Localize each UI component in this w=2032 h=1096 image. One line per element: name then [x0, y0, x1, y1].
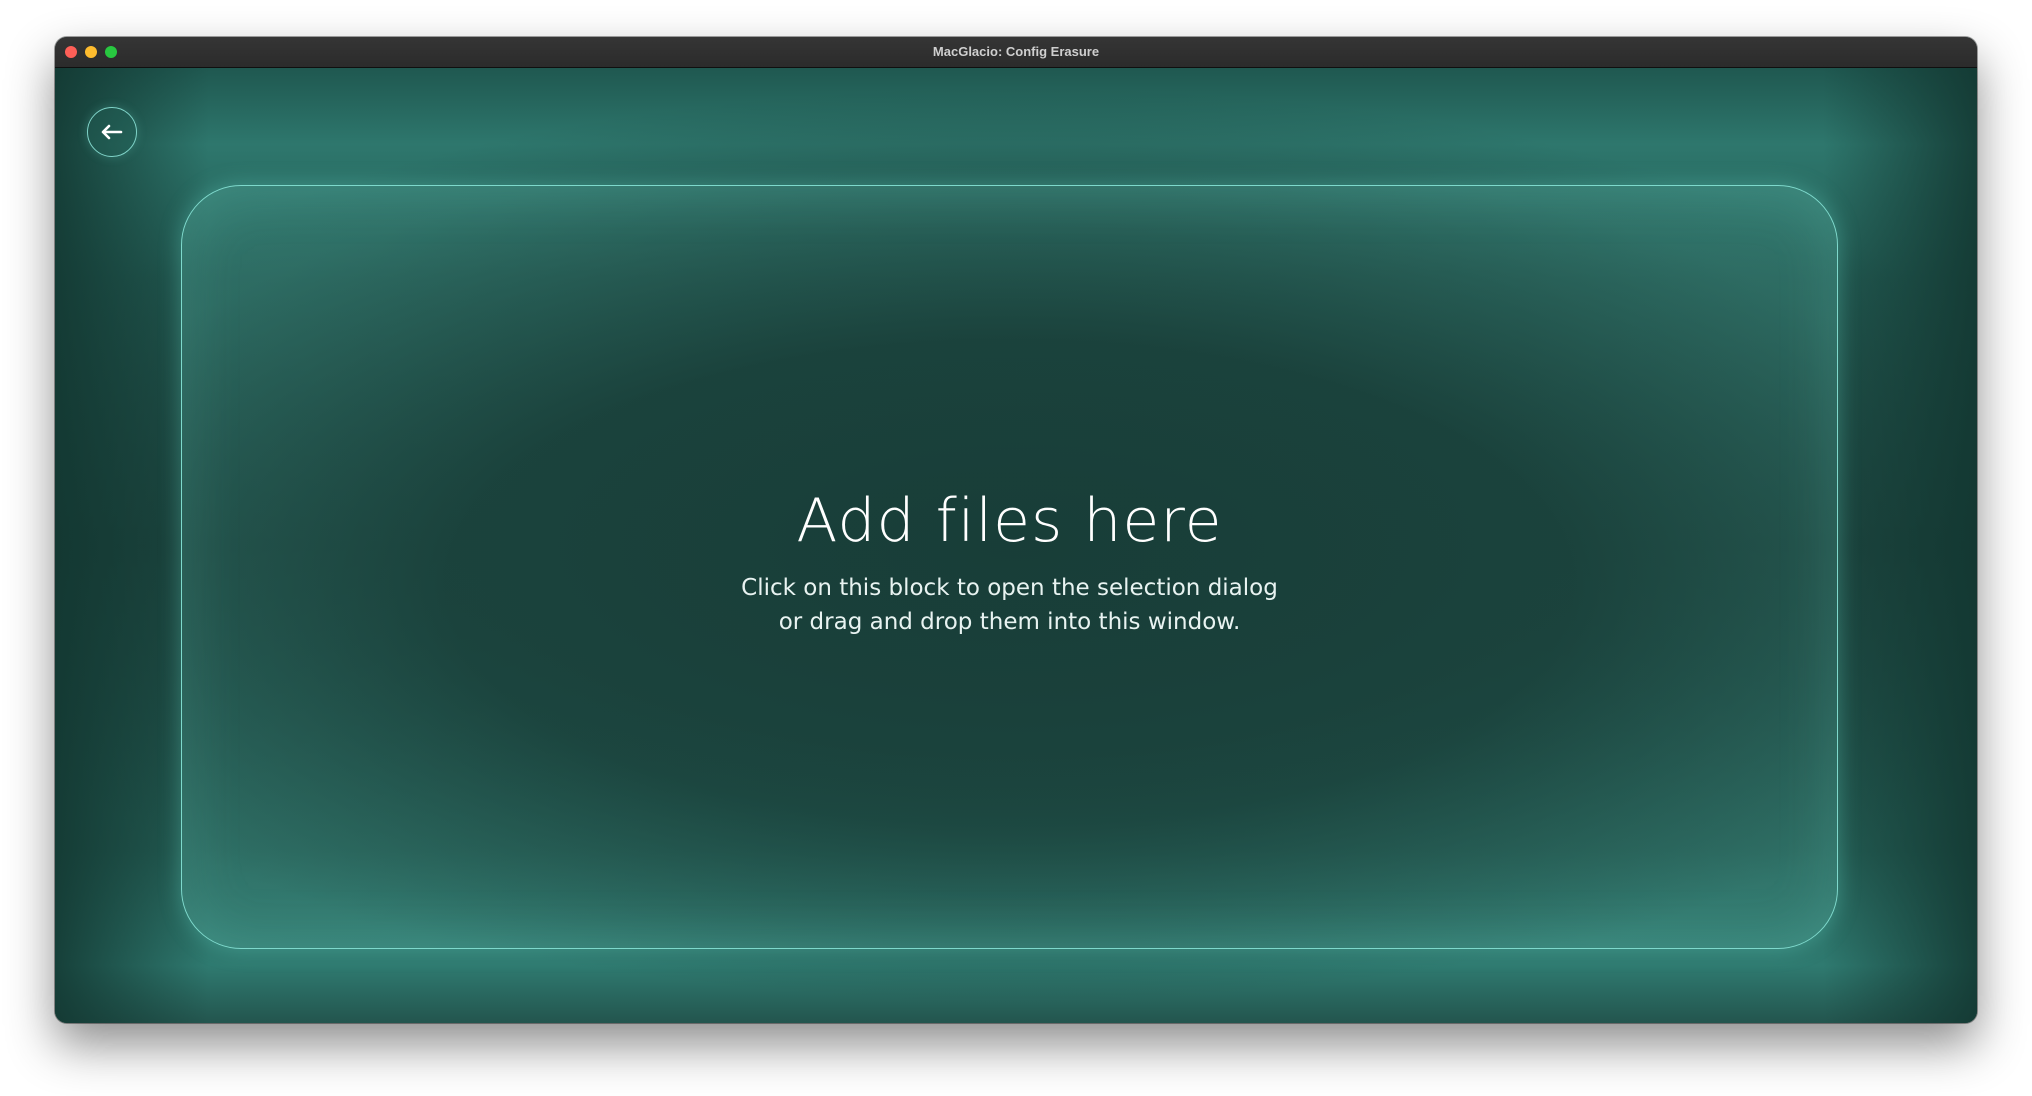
- app-window: MacGlacio: Config Erasure Add files here…: [55, 37, 1977, 1023]
- title-bar[interactable]: MacGlacio: Config Erasure: [55, 37, 1977, 68]
- window-title: MacGlacio: Config Erasure: [932, 44, 1100, 59]
- drop-zone-instruction-line-2: or drag and drop them into this window.: [778, 609, 1241, 635]
- back-button[interactable]: [87, 107, 137, 157]
- drop-zone-title: Add files here: [796, 486, 1223, 556]
- drop-zone-instruction-line-1: Click on this block to open the selectio…: [741, 575, 1278, 601]
- file-drop-zone[interactable]: Add files here Click on this block to op…: [181, 185, 1838, 949]
- arrow-left-icon: [101, 124, 123, 140]
- main-content: Add files here Click on this block to op…: [55, 68, 1977, 1023]
